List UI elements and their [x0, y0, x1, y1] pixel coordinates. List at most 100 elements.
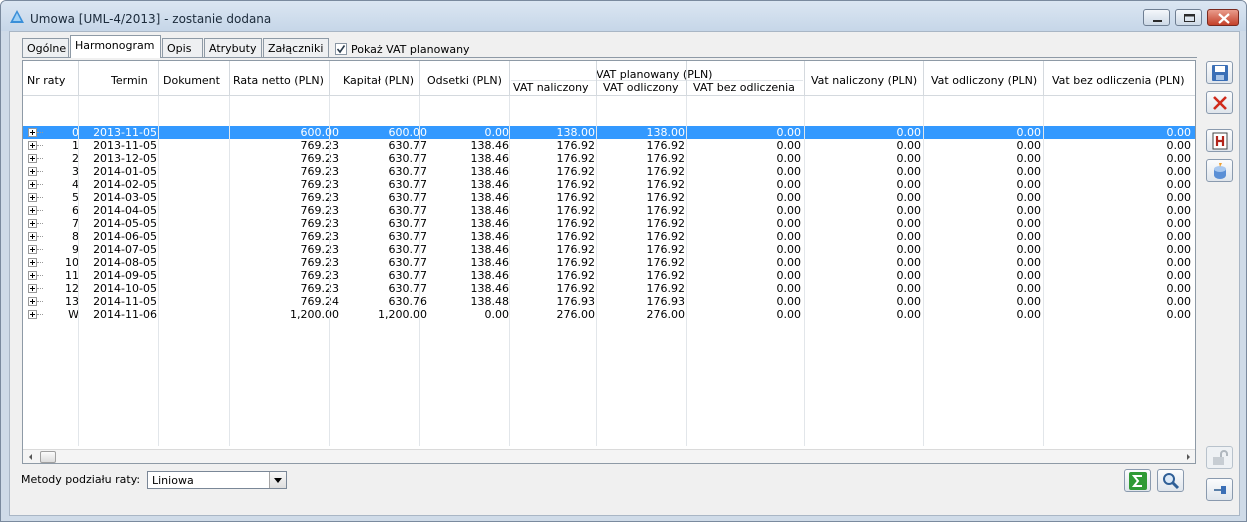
expand-icon[interactable]	[28, 284, 37, 293]
expand-icon[interactable]	[28, 128, 37, 137]
cell-kapital: 630.77	[388, 139, 428, 152]
expand-icon[interactable]	[28, 180, 37, 189]
cell-po: 176.92	[646, 282, 686, 295]
expand-icon[interactable]	[28, 310, 37, 319]
cell-vo: 0.00	[1016, 126, 1042, 139]
cell-rata: 769.23	[300, 269, 340, 282]
cell-kapital: 630.76	[388, 295, 428, 308]
cell-termin: 2014-11-05	[93, 295, 157, 308]
maximize-icon	[1184, 14, 1195, 22]
show-vat-checkbox[interactable]	[335, 43, 347, 55]
cell-kapital: 1,200.00	[378, 308, 427, 321]
cell-dokument	[159, 217, 229, 230]
cell-kapital: 630.77	[388, 204, 428, 217]
cell-termin: 2014-05-05	[93, 217, 157, 230]
cell-po: 176.92	[646, 217, 686, 230]
window-title: Umowa [UML-4/2013] - zostanie dodana	[30, 12, 272, 26]
cell-dokument	[159, 269, 229, 282]
scroll-thumb[interactable]	[40, 451, 56, 463]
table-row[interactable]: 6 2014-04-05 769.23 630.77 138.46 176.92 176.9…	[23, 204, 1195, 217]
cell-vn: 0.00	[896, 282, 922, 295]
expand-icon[interactable]	[28, 141, 37, 150]
col-header-vat-bez[interactable]: Vat bez odliczenia (PLN)	[1052, 74, 1185, 104]
table-row[interactable]: W 2014-11-06 1,200.00 1,200.00 0.00 276.00 276…	[23, 308, 1195, 321]
tab-harmonogram[interactable]: Harmonogram	[70, 35, 161, 58]
cell-po: 176.92	[646, 152, 686, 165]
cell-kapital: 630.77	[388, 282, 428, 295]
cell-pn: 176.92	[556, 230, 596, 243]
table-row[interactable]: 10 2014-08-05 769.23 630.77 138.46 176.92 176.…	[23, 256, 1195, 269]
cell-odsetki: 138.46	[470, 230, 510, 243]
column-divider	[229, 61, 230, 96]
col-header-dokument[interactable]: Dokument	[163, 74, 220, 104]
expand-icon[interactable]	[28, 193, 37, 202]
tab-ogolne[interactable]: Ogólne	[22, 38, 69, 57]
expand-icon[interactable]	[28, 206, 37, 215]
scroll-right-icon[interactable]	[1183, 451, 1193, 463]
col-header-vat-odliczony[interactable]: Vat odliczony (PLN)	[931, 74, 1037, 104]
delete-button[interactable]	[1206, 91, 1233, 114]
cell-dokument	[159, 165, 229, 178]
table-row[interactable]: 0 2013-11-05 600.00 600.00 0.00 138.00 138.00 0…	[23, 126, 1195, 139]
expand-icon[interactable]	[28, 167, 37, 176]
column-divider	[509, 61, 510, 96]
tab-atrybuty[interactable]: Atrybuty	[204, 38, 262, 57]
col-header-vat-plan-odliczony[interactable]: VAT odliczony	[603, 81, 679, 111]
col-header-vat-plan-naliczony[interactable]: VAT naliczony	[513, 81, 589, 111]
table-row[interactable]: 11 2014-09-05 769.23 630.77 138.46 176.92 176.…	[23, 269, 1195, 282]
expand-icon[interactable]	[28, 219, 37, 228]
scroll-left-icon[interactable]	[26, 451, 36, 463]
pin-button[interactable]	[1206, 478, 1233, 501]
cell-vn: 0.00	[896, 178, 922, 191]
table-row[interactable]: 13 2014-11-05 769.24 630.76 138.48 176.93 176.…	[23, 295, 1195, 308]
table-row[interactable]: 9 2014-07-05 769.23 630.77 138.46 176.92 176.9…	[23, 243, 1195, 256]
expand-icon[interactable]	[28, 154, 37, 163]
col-header-vat-plan-bez[interactable]: VAT bez odliczenia	[693, 81, 795, 111]
cell-termin: 2014-06-05	[93, 230, 157, 243]
expand-icon[interactable]	[28, 297, 37, 306]
cell-odsetki: 138.46	[470, 191, 510, 204]
table-row[interactable]: 4 2014-02-05 769.23 630.77 138.46 176.92 176.9…	[23, 178, 1195, 191]
tab-zalaczniki[interactable]: Załączniki	[263, 38, 329, 57]
cell-vo: 0.00	[1016, 165, 1042, 178]
col-header-odsetki[interactable]: Odsetki (PLN)	[427, 74, 502, 104]
sum-button[interactable]	[1124, 469, 1151, 492]
calculate-button[interactable]	[1206, 159, 1233, 182]
dropdown-button[interactable]	[269, 472, 286, 488]
col-header-kapital[interactable]: Kapitał (PLN)	[343, 74, 414, 104]
table-row[interactable]: 1 2013-11-05 769.23 630.77 138.46 176.92 176.9…	[23, 139, 1195, 152]
cell-pn: 176.92	[556, 269, 596, 282]
save-button[interactable]	[1206, 61, 1233, 84]
expand-icon[interactable]	[28, 232, 37, 241]
cell-po: 176.92	[646, 243, 686, 256]
unlock-button[interactable]	[1206, 446, 1233, 469]
history-button[interactable]	[1206, 129, 1233, 152]
col-header-rata-netto[interactable]: Rata netto (PLN)	[233, 74, 324, 104]
cell-rata: 769.23	[300, 230, 340, 243]
table-row[interactable]: 7 2014-05-05 769.23 630.77 138.46 176.92 176.9…	[23, 217, 1195, 230]
col-header-vat-naliczony[interactable]: Vat naliczony (PLN)	[811, 74, 917, 104]
chevron-down-icon	[274, 478, 282, 483]
cell-termin: 2013-12-05	[93, 152, 157, 165]
cell-pb: 0.00	[776, 126, 802, 139]
close-button[interactable]	[1207, 9, 1239, 26]
column-divider	[923, 61, 924, 96]
table-row[interactable]: 2 2013-12-05 769.23 630.77 138.46 176.92 176.9…	[23, 152, 1195, 165]
col-header-termin[interactable]: Termin	[111, 74, 148, 104]
table-row[interactable]: 8 2014-06-05 769.23 630.77 138.46 176.92 176.9…	[23, 230, 1195, 243]
maximize-button[interactable]	[1175, 9, 1202, 26]
horizontal-scrollbar[interactable]	[23, 449, 1195, 463]
expand-icon[interactable]	[28, 245, 37, 254]
tab-opis[interactable]: Opis	[162, 38, 203, 57]
expand-icon[interactable]	[28, 258, 37, 267]
table-row[interactable]: 3 2014-01-05 769.23 630.77 138.46 176.92 176.9…	[23, 165, 1195, 178]
search-button[interactable]	[1157, 469, 1184, 492]
cell-nr: 10	[65, 256, 79, 269]
split-method-select[interactable]: Liniowa	[147, 471, 287, 489]
table-row[interactable]: 12 2014-10-05 769.23 630.77 138.46 176.92 176.…	[23, 282, 1195, 295]
minimize-button[interactable]	[1143, 9, 1170, 26]
table-row[interactable]: 5 2014-03-05 769.23 630.77 138.46 176.92 176.9…	[23, 191, 1195, 204]
expand-icon[interactable]	[28, 271, 37, 280]
cell-odsetki: 138.46	[470, 165, 510, 178]
col-header-nr-raty[interactable]: Nr raty	[27, 74, 65, 104]
